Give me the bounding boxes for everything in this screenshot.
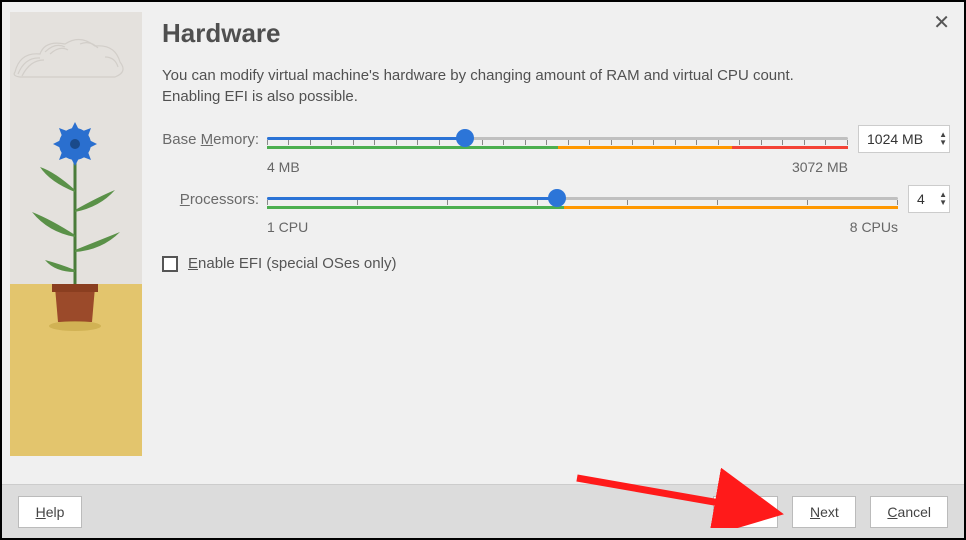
spin-down-icon[interactable]: ▼: [939, 139, 947, 147]
enable-efi-checkbox[interactable]: [162, 256, 178, 272]
memory-max-label: 3072 MB: [792, 159, 848, 175]
processors-label: Processors:: [162, 191, 267, 208]
cancel-button[interactable]: Cancel: [870, 496, 948, 528]
enable-efi-label: Enable EFI (special OSes only): [188, 255, 396, 272]
spin-down-icon[interactable]: ▼: [939, 199, 947, 207]
memory-label: Base Memory:: [162, 131, 267, 148]
page-title: Hardware: [162, 18, 950, 49]
memory-min-label: 4 MB: [267, 159, 300, 175]
help-button[interactable]: Help: [18, 496, 82, 528]
processors-spinbox[interactable]: 4 ▲ ▼: [908, 185, 950, 213]
page-description: You can modify virtual machine's hardwar…: [162, 65, 842, 107]
next-button[interactable]: Next: [792, 496, 856, 528]
wizard-illustration: [10, 12, 142, 456]
memory-slider[interactable]: [267, 130, 848, 148]
processors-slider[interactable]: [267, 190, 898, 208]
memory-spinbox[interactable]: 1024 MB ▲ ▼: [858, 125, 950, 153]
back-button[interactable]: Back: [713, 496, 778, 528]
processors-min-label: 1 CPU: [267, 219, 308, 235]
processors-max-label: 8 CPUs: [850, 219, 898, 235]
